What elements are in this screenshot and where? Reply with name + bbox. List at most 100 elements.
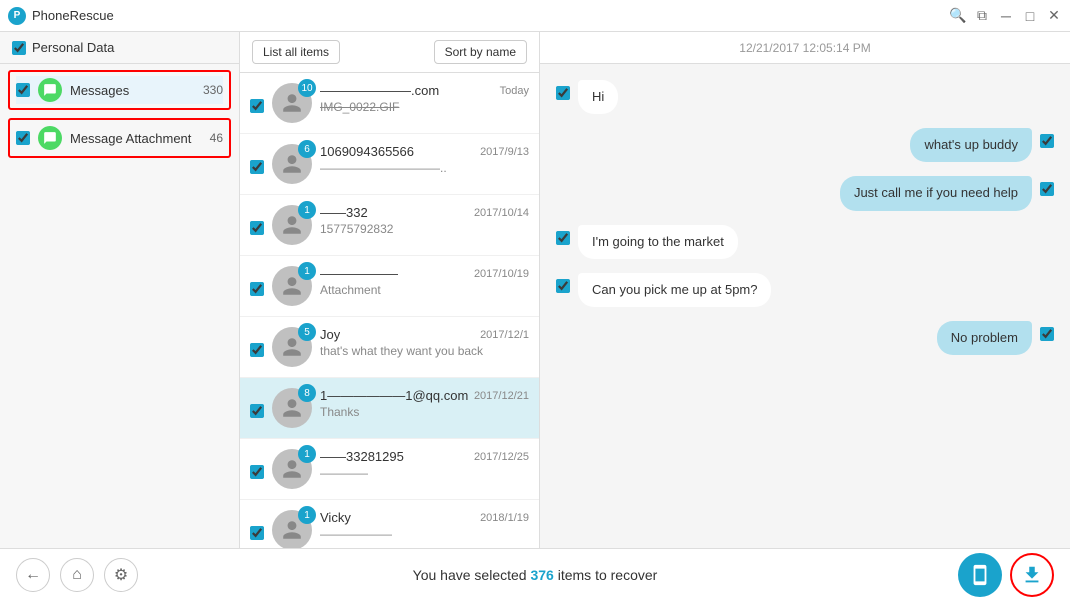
msg-3-checkbox[interactable] (1040, 182, 1054, 196)
conv-item-2[interactable]: 6 1069094365566 2017/9/13 ——————————.. (240, 134, 539, 195)
conv-item-7[interactable]: 1 ——33281295 2017/12/25 ———— (240, 439, 539, 500)
conv-1-body: ———————.com Today IMG_0022.GIF (320, 83, 529, 114)
main-layout: Personal Data Messages 330 Message Attac… (0, 32, 1070, 548)
export-recover-btn[interactable] (1010, 553, 1054, 597)
msg-row-3: Just call me if you need help (556, 176, 1054, 210)
sidebar-item-attachment[interactable]: Message Attachment 46 (16, 124, 223, 152)
conv-4-preview: Attachment (320, 283, 529, 297)
conv-item-4[interactable]: 1 —————— 2017/10/19 Attachment (240, 256, 539, 317)
conv-8-avatar: 1 (272, 510, 312, 548)
conv-7-checkbox[interactable] (250, 465, 264, 479)
conv-item-1[interactable]: 10 ———————.com Today IMG_0022.GIF (240, 73, 539, 134)
msg-row-5: Can you pick me up at 5pm? (556, 273, 1054, 307)
chat-panel: 12/21/2017 12:05:14 PM Hi what's up budd… (540, 32, 1070, 548)
conv-7-date: 2017/12/25 (474, 451, 529, 463)
conv-6-avatar: 8 (272, 388, 312, 428)
settings-btn[interactable]: ⚙ (104, 558, 138, 592)
chat-messages: Hi what's up buddy Just call me if you n… (540, 64, 1070, 548)
conv-item-3[interactable]: 1 ——332 2017/10/14 15775792832 (240, 195, 539, 256)
conv-6-checkbox[interactable] (250, 404, 264, 418)
maximize-icon[interactable]: □ (1022, 8, 1038, 24)
conv-7-badge: 1 (298, 445, 316, 463)
msg-row-4: I'm going to the market (556, 225, 1054, 259)
msg-4-checkbox[interactable] (556, 231, 570, 245)
home-btn[interactable]: ⌂ (60, 558, 94, 592)
messages-icon (38, 78, 62, 102)
conv-1-checkbox[interactable] (250, 99, 264, 113)
conv-4-date: 2017/10/19 (474, 268, 529, 280)
status-text-before: You have selected (413, 567, 527, 583)
msg-2-checkbox[interactable] (1040, 134, 1054, 148)
conv-3-body: ——332 2017/10/14 15775792832 (320, 205, 529, 236)
conv-5-body: Joy 2017/12/1 that's what they want you … (320, 327, 529, 358)
msg-5-checkbox[interactable] (556, 279, 570, 293)
conv-4-badge: 1 (298, 262, 316, 280)
msg-row-6: No problem (556, 321, 1054, 355)
sidebar-header-label: Personal Data (32, 40, 114, 55)
msg-5-bubble: Can you pick me up at 5pm? (578, 273, 771, 307)
conv-6-date: 2017/12/21 (474, 390, 529, 402)
conv-2-checkbox[interactable] (250, 160, 264, 174)
msg-row-2: what's up buddy (556, 128, 1054, 162)
conv-8-body: Vicky 2018/1/19 —————— (320, 510, 529, 541)
conv-2-name: 1069094365566 (320, 144, 414, 159)
msg-4-bubble: I'm going to the market (578, 225, 738, 259)
conv-6-body: 1——————1@qq.com 2017/12/21 Thanks (320, 388, 529, 419)
conv-8-name: Vicky (320, 510, 351, 525)
conv-3-checkbox[interactable] (250, 221, 264, 235)
sort-by-name-btn[interactable]: Sort by name (434, 40, 527, 64)
app-title: PhoneRescue (32, 8, 114, 23)
conv-3-date: 2017/10/14 (474, 207, 529, 219)
back-btn[interactable]: ← (16, 558, 50, 592)
attachment-checkbox[interactable] (16, 131, 30, 145)
sidebar-item-messages[interactable]: Messages 330 (16, 76, 223, 104)
sidebar-header: Personal Data (0, 32, 239, 64)
conv-1-date: Today (500, 85, 529, 97)
messages-checkbox[interactable] (16, 83, 30, 97)
conv-3-badge: 1 (298, 201, 316, 219)
conv-item-8[interactable]: 1 Vicky 2018/1/19 —————— (240, 500, 539, 548)
messages-count: 330 (203, 83, 223, 97)
search-icon[interactable]: 🔍 (950, 8, 966, 24)
conv-1-avatar: 10 (272, 83, 312, 123)
conv-3-name: ——332 (320, 205, 368, 220)
conv-2-body: 1069094365566 2017/9/13 ——————————.. (320, 144, 529, 175)
conv-5-avatar: 5 (272, 327, 312, 367)
attachment-label: Message Attachment (70, 131, 202, 146)
bottom-right-buttons (958, 553, 1054, 597)
conv-4-checkbox[interactable] (250, 282, 264, 296)
msg-1-checkbox[interactable] (556, 86, 570, 100)
conv-5-preview: that's what they want you back (320, 344, 529, 358)
conv-1-preview: IMG_0022.GIF (320, 100, 529, 114)
restore-icon[interactable]: ⧉ (974, 8, 990, 24)
msg-6-checkbox[interactable] (1040, 327, 1054, 341)
conv-item-6[interactable]: 8 1——————1@qq.com 2017/12/21 Thanks (240, 378, 539, 439)
conv-5-date: 2017/12/1 (480, 329, 529, 341)
msg-row-1: Hi (556, 80, 1054, 114)
minimize-icon[interactable]: ─ (998, 8, 1014, 24)
attachment-item-bordered[interactable]: Message Attachment 46 (8, 118, 231, 158)
selected-count: 376 (530, 567, 553, 583)
messages-item-bordered[interactable]: Messages 330 (8, 70, 231, 110)
conv-3-avatar: 1 (272, 205, 312, 245)
list-all-items-btn[interactable]: List all items (252, 40, 340, 64)
conv-8-checkbox[interactable] (250, 526, 264, 540)
chat-timestamp: 12/21/2017 12:05:14 PM (739, 41, 870, 55)
conv-6-preview: Thanks (320, 405, 529, 419)
msg-2-bubble: what's up buddy (910, 128, 1032, 162)
conv-4-body: —————— 2017/10/19 Attachment (320, 266, 529, 297)
conv-2-date: 2017/9/13 (480, 146, 529, 158)
conv-8-date: 2018/1/19 (480, 512, 529, 524)
msg-3-bubble: Just call me if you need help (840, 176, 1032, 210)
personal-data-checkbox[interactable] (12, 41, 26, 55)
conv-2-preview: ——————————.. (320, 161, 529, 175)
conv-7-preview: ———— (320, 466, 529, 480)
conv-5-checkbox[interactable] (250, 343, 264, 357)
conv-item-5[interactable]: 5 Joy 2017/12/1 that's what they want yo… (240, 317, 539, 378)
conv-6-badge: 8 (298, 384, 316, 402)
conv-6-name: 1——————1@qq.com (320, 388, 468, 403)
close-icon[interactable]: ✕ (1046, 8, 1062, 24)
device-recover-btn[interactable] (958, 553, 1002, 597)
bottom-left-buttons: ← ⌂ ⚙ (16, 558, 138, 592)
window-controls: 🔍 ⧉ ─ □ ✕ (950, 8, 1062, 24)
